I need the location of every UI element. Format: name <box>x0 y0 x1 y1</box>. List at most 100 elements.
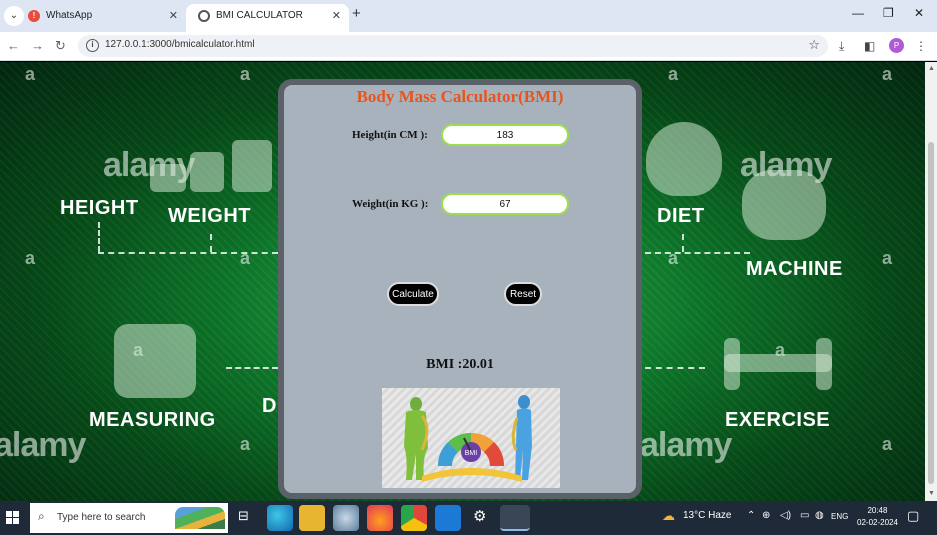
calculator-title: Body Mass Calculator(BMI) <box>356 87 564 106</box>
bmi-gauge-illustration: BMI <box>404 395 532 482</box>
url-text[interactable]: 127.0.0.1:3000/bmicalculator.html <box>105 39 255 50</box>
bg-label-machine: MACHINE <box>746 258 843 280</box>
watermark-letter: a <box>668 64 679 84</box>
back-arrow-icon[interactable]: ← <box>7 38 20 53</box>
reset-button[interactable]: Reset <box>504 282 542 306</box>
dashed-connector <box>645 252 750 254</box>
scrollbar-thumb[interactable] <box>928 142 934 484</box>
machine-icon <box>742 170 826 240</box>
search-placeholder: Type here to search <box>57 512 146 523</box>
page-scrollbar[interactable]: ▲ ▼ <box>925 62 937 501</box>
bg-label-partial: D <box>262 395 277 417</box>
tab-whatsapp[interactable]: ! WhatsApp ✕ <box>16 4 186 32</box>
bmi-illustration: BMI <box>382 388 560 488</box>
watermark-letter: a <box>882 434 893 454</box>
bg-label-diet: DIET <box>657 205 705 227</box>
chrome-active-icon[interactable] <box>500 505 530 531</box>
battery-icon[interactable]: ▭ <box>800 510 809 521</box>
globe-icon[interactable]: ◍ <box>815 510 824 521</box>
app-icon[interactable] <box>333 505 359 531</box>
bg-label-measuring: MEASURING <box>89 409 216 431</box>
dashed-connector <box>226 367 278 369</box>
weight-icon <box>150 164 186 192</box>
windows-taskbar: ⌕ Type here to search ⊟ ⚙ ☁ 13°C Haze ⌃ … <box>0 501 937 535</box>
new-tab-plus-icon[interactable]: + <box>352 5 361 22</box>
watermark-letter: a <box>882 64 893 84</box>
apple-icon <box>646 122 722 196</box>
vscode-icon[interactable] <box>435 505 461 531</box>
download-icon[interactable]: ⤓ <box>839 39 844 54</box>
volume-icon[interactable]: ◁) <box>780 510 791 521</box>
watermark-letter: a <box>25 64 36 84</box>
close-tab-icon[interactable]: ✕ <box>169 4 178 28</box>
dashed-connector <box>645 367 705 369</box>
language-indicator[interactable]: ENG <box>831 512 848 521</box>
network-icon[interactable]: ⊕ <box>762 510 770 521</box>
dumbbell-icon <box>724 338 740 390</box>
windows-start-icon[interactable] <box>6 511 19 524</box>
weight-icon <box>190 152 224 192</box>
bg-label-weight: WEIGHT <box>168 205 251 227</box>
bg-label-exercise: EXERCISE <box>725 409 831 431</box>
search-icon: ⌕ <box>38 509 45 523</box>
task-view-icon[interactable]: ⊟ <box>238 508 249 524</box>
tab-label: WhatsApp <box>46 10 93 21</box>
browser-toolbar: ← → ↻ i 127.0.0.1:3000/bmicalculator.htm… <box>0 32 937 61</box>
minimize-icon[interactable]: — <box>852 6 864 20</box>
bg-label-height: HEIGHT <box>60 197 139 219</box>
side-panel-icon[interactable]: ◧ <box>864 39 875 53</box>
firefox-icon[interactable] <box>367 505 393 531</box>
clock-time: 20:48 <box>867 506 888 515</box>
more-menu-icon[interactable]: ⋮ <box>915 39 927 53</box>
scroll-down-arrow-icon[interactable]: ▼ <box>928 490 935 497</box>
chrome-icon[interactable] <box>401 505 427 531</box>
browser-tab-strip: ⌄ ! WhatsApp ✕ BMI CALCULATOR ✕ + — ❐ ✕ <box>0 0 937 32</box>
dashed-connector <box>98 222 100 252</box>
profile-avatar[interactable]: P <box>889 38 904 53</box>
weather-icon[interactable]: ☁ <box>662 508 675 524</box>
tab-bmi-calculator[interactable]: BMI CALCULATOR ✕ <box>186 4 349 32</box>
close-window-icon[interactable]: ✕ <box>914 6 924 20</box>
watermark-letter: a <box>240 64 251 84</box>
tab-label: BMI CALCULATOR <box>216 10 303 21</box>
calculate-button[interactable]: Calculate <box>387 282 439 306</box>
weight-input[interactable] <box>441 193 569 215</box>
weight-label: Weight(in KG ): <box>352 198 429 210</box>
dumbbell-icon <box>816 338 832 390</box>
page-background: a a a a a a a a a a a a alamy alamy alam… <box>0 62 925 501</box>
search-highlight-image <box>175 507 225 529</box>
settings-gear-icon[interactable]: ⚙ <box>473 507 486 525</box>
edge-icon[interactable] <box>267 505 293 531</box>
watermark-alamy: alamy <box>0 426 86 464</box>
scale-icon <box>114 324 196 398</box>
weight-icon <box>232 140 272 192</box>
bmi-result: BMI :20.01 <box>426 357 494 372</box>
watermark-letter: a <box>25 248 36 268</box>
watermark-letter: a <box>882 248 893 268</box>
file-explorer-icon[interactable] <box>299 505 325 531</box>
scroll-up-arrow-icon[interactable]: ▲ <box>928 65 935 72</box>
bmi-calculator-card: Body Mass Calculator(BMI) Height(in CM )… <box>278 79 642 499</box>
taskbar-search-box[interactable]: ⌕ Type here to search <box>30 503 228 533</box>
gauge-label: BMI <box>465 450 478 457</box>
notifications-icon[interactable]: ▢ <box>907 508 919 524</box>
clock[interactable]: 20:48 02-02-2024 <box>857 505 898 529</box>
watermark-letter: a <box>240 434 251 454</box>
weather-text[interactable]: 13°C Haze <box>683 510 731 521</box>
show-hidden-icons-chevron-icon[interactable]: ⌃ <box>747 510 755 521</box>
dashed-connector <box>98 252 278 254</box>
whatsapp-favicon-icon: ! <box>28 10 40 22</box>
site-info-icon[interactable]: i <box>86 39 99 52</box>
globe-favicon-icon <box>198 10 210 22</box>
reload-icon[interactable]: ↻ <box>55 38 66 54</box>
height-label: Height(in CM ): <box>352 129 428 141</box>
height-input[interactable] <box>441 124 569 146</box>
address-bar[interactable]: i 127.0.0.1:3000/bmicalculator.html ☆ <box>78 35 828 57</box>
bookmark-star-icon[interactable]: ☆ <box>808 37 820 53</box>
restore-icon[interactable]: ❐ <box>883 6 894 20</box>
dashed-connector <box>210 234 212 252</box>
clock-date: 02-02-2024 <box>857 518 898 527</box>
forward-arrow-icon[interactable]: → <box>31 38 44 53</box>
dashed-connector <box>682 234 684 252</box>
close-tab-icon[interactable]: ✕ <box>332 4 341 28</box>
